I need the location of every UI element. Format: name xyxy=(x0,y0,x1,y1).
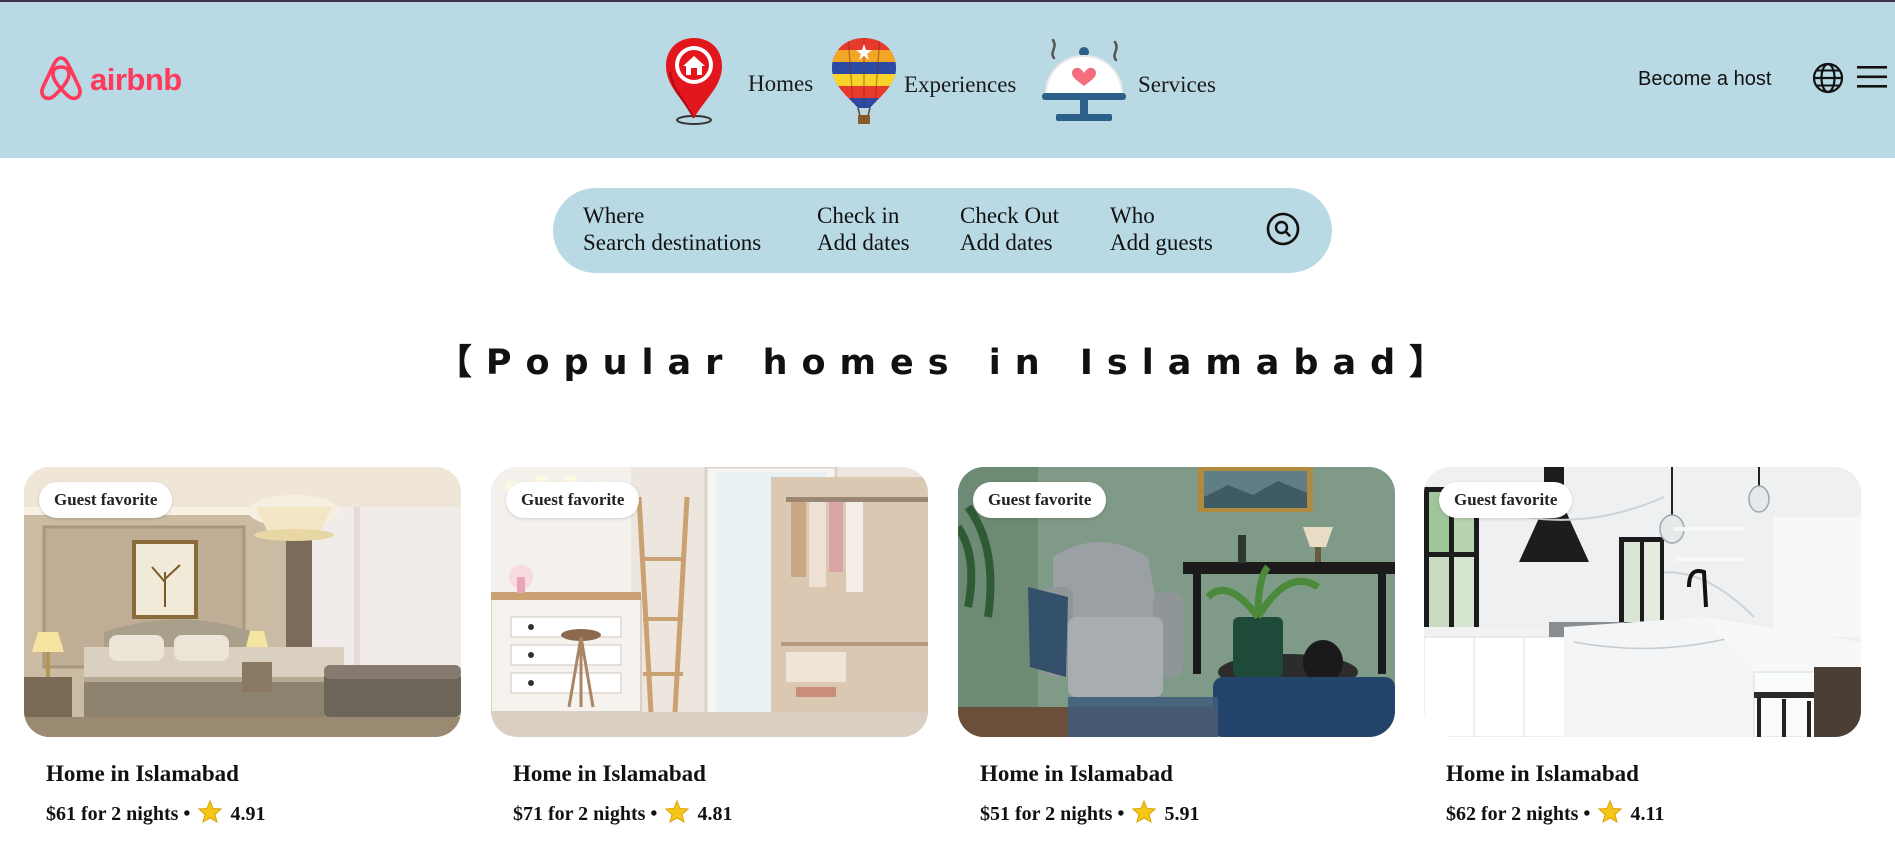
nav-services-label: Services xyxy=(1138,71,1216,97)
search-check-in-value: Add dates xyxy=(817,230,910,255)
listing-rating: 4.11 xyxy=(1630,803,1665,825)
airbnb-logo-icon xyxy=(38,52,84,107)
listing-price: $62 for 2 nights • xyxy=(1446,803,1591,825)
search-where[interactable]: Where Search destinations xyxy=(583,202,761,256)
listing-title: Home in Islamabad xyxy=(46,761,239,786)
search-where-label: Where xyxy=(583,203,645,228)
listing-card[interactable]: Guest favorite Home in Islamabad $71 for… xyxy=(491,467,928,825)
search-check-in[interactable]: Check in Add dates xyxy=(817,202,910,256)
search-bar: Where Search destinations Check in Add d… xyxy=(553,188,1332,273)
nav-homes[interactable]: Homes xyxy=(662,36,813,131)
search-check-in-label: Check in xyxy=(817,203,900,228)
hot-air-balloon-icon xyxy=(830,36,898,133)
listing-card[interactable]: Guest favorite Home in Islamabad $61 for… xyxy=(24,467,461,825)
dressing-room-photo: Guest favorite xyxy=(491,467,928,737)
search-check-out-label: Check Out xyxy=(960,203,1060,228)
search-where-value: Search destinations xyxy=(583,230,762,255)
listing-title: Home in Islamabad xyxy=(980,761,1173,786)
listing-price: $61 for 2 nights • xyxy=(46,803,191,825)
airbnb-logo[interactable]: airbnb xyxy=(38,52,182,107)
guest-favorite-badge: Guest favorite xyxy=(506,482,640,518)
listing-meta: $62 for 2 nights • 4.11 xyxy=(1446,799,1665,829)
listing-rating: 4.81 xyxy=(697,803,733,825)
listing-card[interactable]: Guest favorite Home in Islamabad $51 for… xyxy=(958,467,1395,825)
search-check-out[interactable]: Check Out Add dates xyxy=(960,202,1059,256)
search-who[interactable]: Who Add guests xyxy=(1110,202,1213,256)
search-check-out-value: Add dates xyxy=(960,230,1053,255)
listing-meta: $71 for 2 nights • 4.81 xyxy=(513,799,733,829)
service-cloche-icon xyxy=(1038,36,1130,133)
listing-meta: $61 for 2 nights • 4.91 xyxy=(46,799,266,829)
listing-price: $71 for 2 nights • xyxy=(513,803,658,825)
guest-favorite-badge: Guest favorite xyxy=(973,482,1107,518)
nav-services[interactable]: Services xyxy=(1038,36,1216,133)
star-icon xyxy=(1132,799,1157,829)
top-nav-bar: airbnb Homes Experiences Services Become… xyxy=(0,2,1895,158)
globe-icon[interactable] xyxy=(1812,62,1844,99)
search-icon[interactable] xyxy=(1265,211,1301,247)
living-room-photo: Guest favorite xyxy=(958,467,1395,737)
map-pin-home-icon xyxy=(662,36,726,131)
star-icon xyxy=(1598,799,1623,829)
nav-experiences[interactable]: Experiences xyxy=(830,36,1016,133)
kitchen-photo: Guest favorite xyxy=(1424,467,1861,737)
listing-rating: 4.91 xyxy=(230,803,266,825)
nav-homes-label: Homes xyxy=(748,70,814,96)
bedroom-photo: Guest favorite xyxy=(24,467,461,737)
become-a-host-link[interactable]: Become a host xyxy=(1638,68,1771,91)
star-icon xyxy=(198,799,223,829)
listing-title: Home in Islamabad xyxy=(1446,761,1639,786)
listing-title: Home in Islamabad xyxy=(513,761,706,786)
star-icon xyxy=(665,799,690,829)
nav-experiences-label: Experiences xyxy=(904,71,1017,97)
listing-price: $51 for 2 nights • xyxy=(980,803,1125,825)
guest-favorite-badge: Guest favorite xyxy=(39,482,173,518)
listing-rating: 5.91 xyxy=(1164,803,1200,825)
search-who-value: Add guests xyxy=(1110,230,1213,255)
search-who-label: Who xyxy=(1110,203,1155,228)
section-title: 【Popular homes in Islamabad】 xyxy=(436,343,1459,383)
guest-favorite-badge: Guest favorite xyxy=(1439,482,1573,518)
logo-text: airbnb xyxy=(90,61,182,97)
listing-card[interactable]: Guest favorite Home in Islamabad $62 for… xyxy=(1424,467,1861,825)
hamburger-menu-icon[interactable] xyxy=(1857,65,1887,94)
listing-meta: $51 for 2 nights • 5.91 xyxy=(980,799,1200,829)
